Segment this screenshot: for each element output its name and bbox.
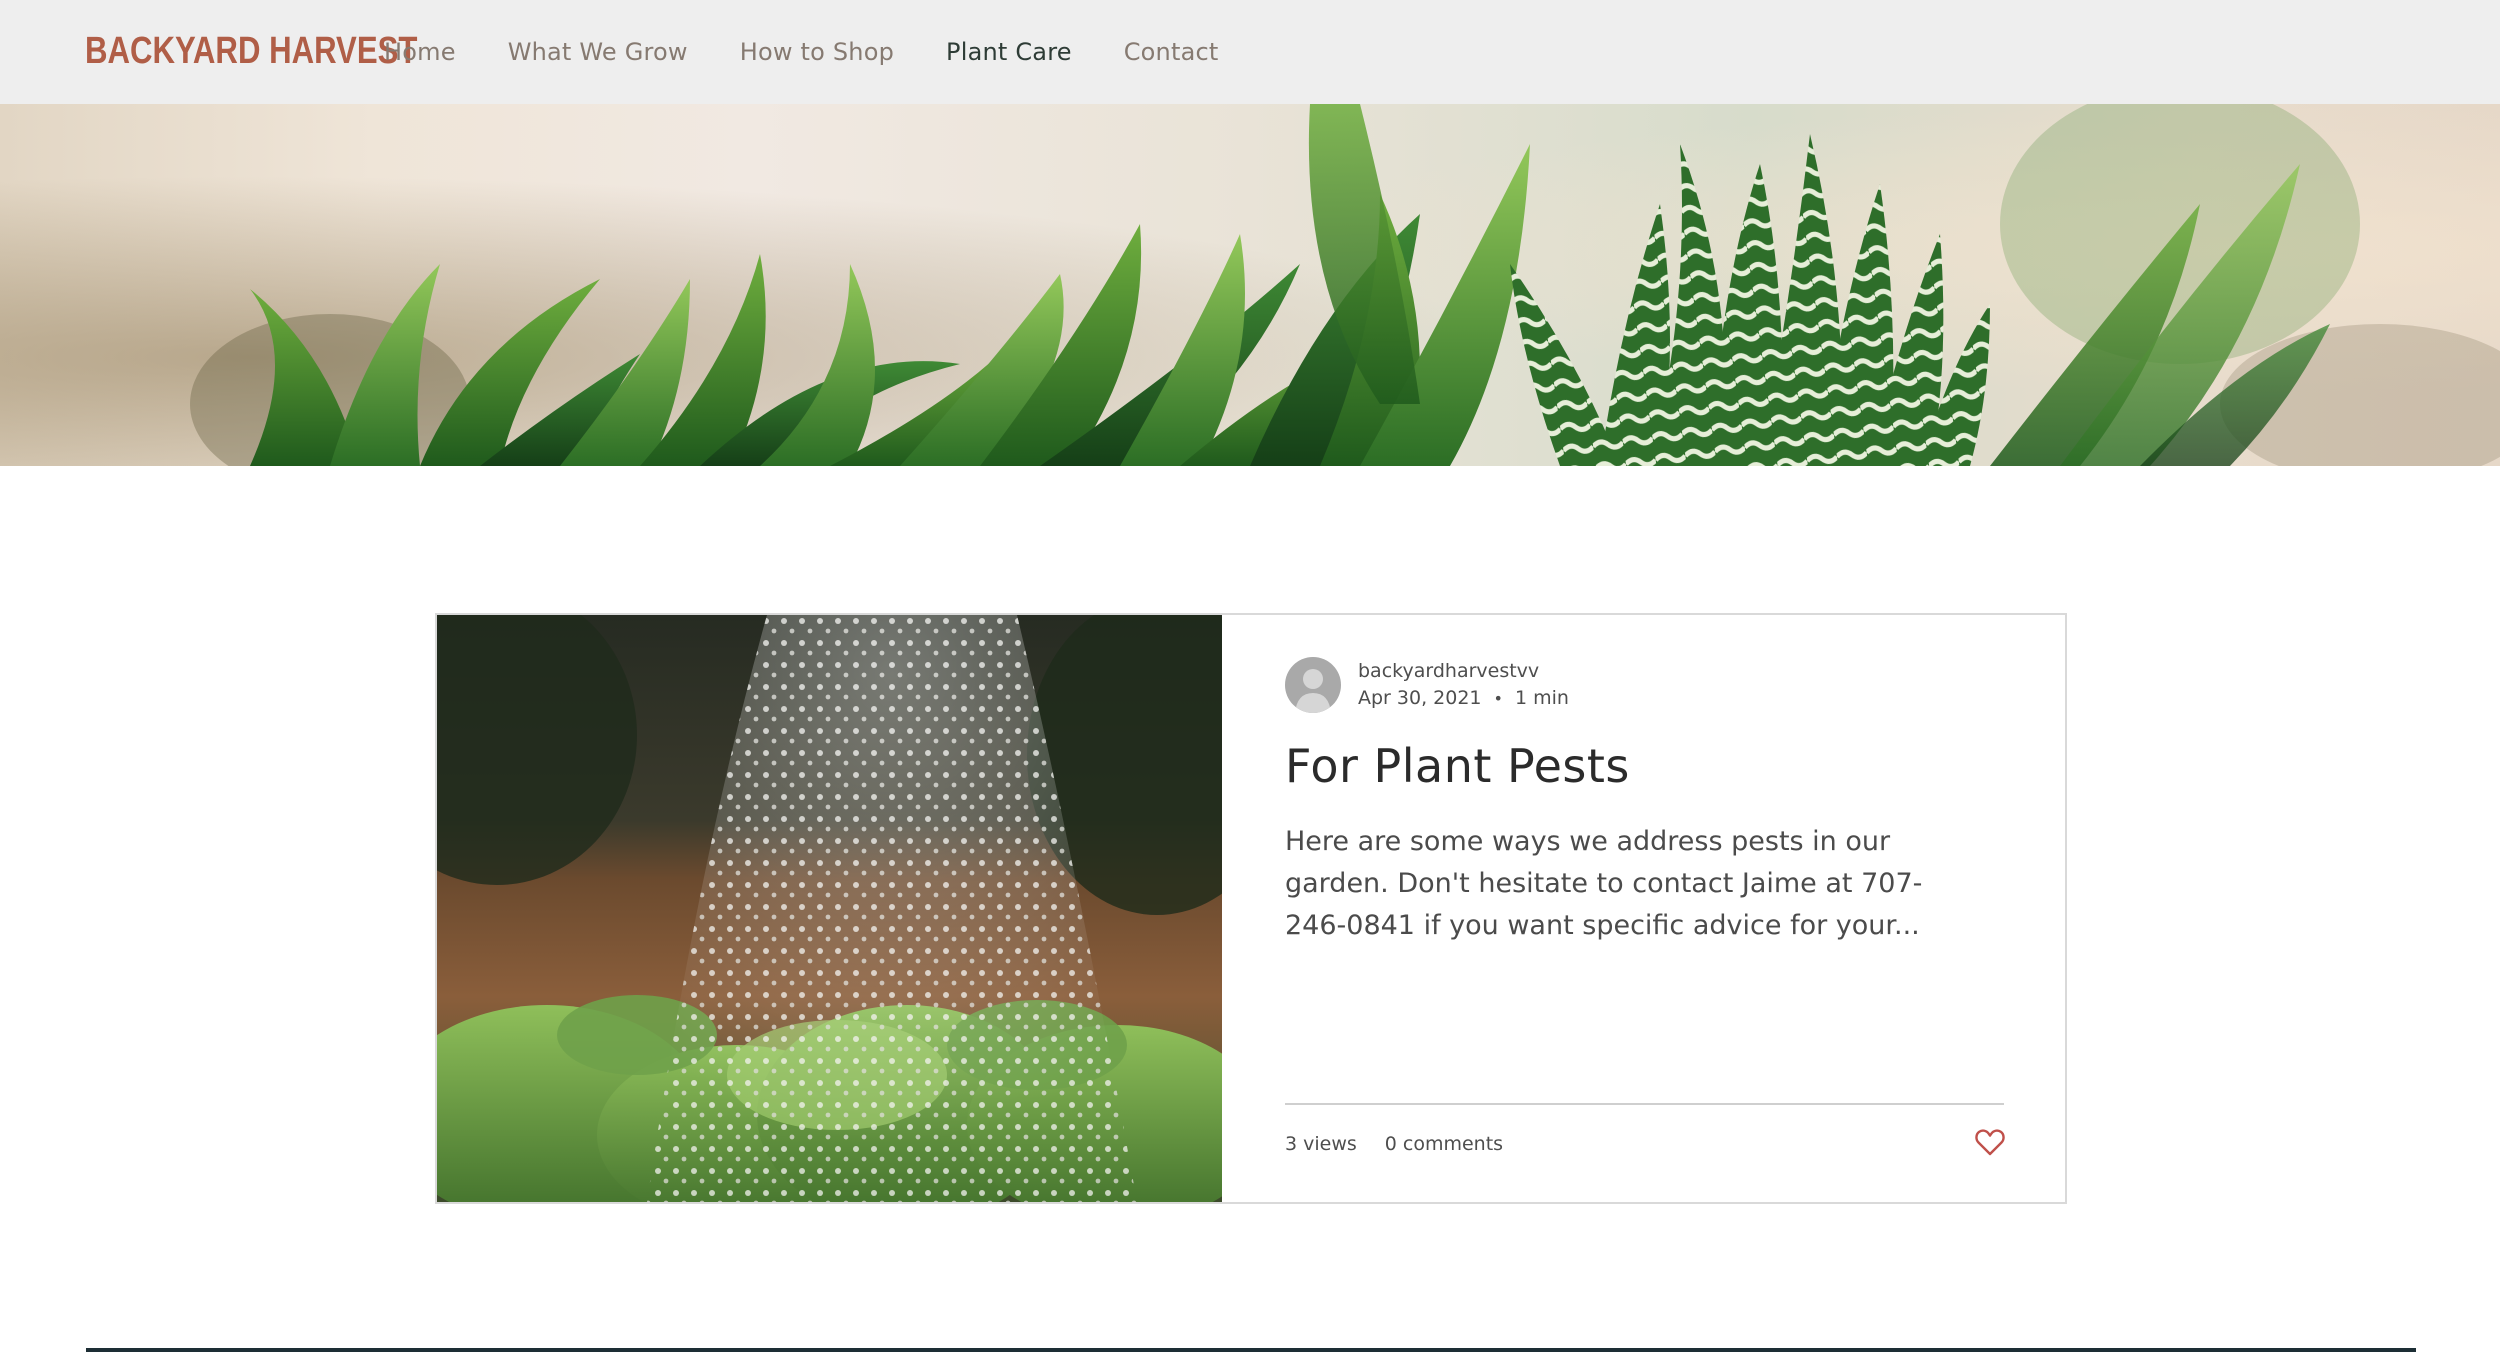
nav-item-plant-care[interactable]: Plant Care	[946, 38, 1072, 66]
user-silhouette-icon	[1295, 669, 1331, 713]
post-date-line: Apr 30, 2021 • 1 min	[1358, 685, 1569, 712]
post-body: backyardharvestvv Apr 30, 2021 • 1 min F…	[1285, 615, 2005, 1202]
nav-item-how-to-shop[interactable]: How to Shop	[740, 38, 894, 66]
nav-item-contact[interactable]: Contact	[1124, 38, 1219, 66]
main-nav: Home What We Grow How to Shop Plant Care…	[384, 0, 1270, 104]
view-count: 3 views	[1285, 1133, 1357, 1155]
post-stats: 3 views 0 comments	[1285, 1133, 1531, 1155]
hero-plants-illustration	[0, 104, 2500, 466]
post-author-row: backyardharvestvv Apr 30, 2021 • 1 min	[1285, 657, 1569, 713]
read-time: 1 min	[1514, 687, 1569, 709]
meta-separator: •	[1493, 689, 1503, 708]
post-meta: backyardharvestvv Apr 30, 2021 • 1 min	[1358, 658, 1569, 712]
hero-banner-image	[0, 104, 2500, 466]
site-logo[interactable]: BACKYARD HARVEST	[85, 30, 417, 73]
post-title[interactable]: For Plant Pests	[1285, 739, 1630, 793]
nav-item-what-we-grow[interactable]: What We Grow	[508, 38, 688, 66]
footer-divider	[86, 1348, 2416, 1352]
avatar[interactable]	[1285, 657, 1341, 713]
post-date: Apr 30, 2021	[1358, 687, 1482, 709]
post-cover-image[interactable]	[437, 615, 1222, 1202]
watering-garden-illustration	[437, 615, 1222, 1202]
post-divider	[1285, 1103, 2004, 1105]
post-excerpt: Here are some ways we address pests in o…	[1285, 826, 1923, 941]
blog-post-card[interactable]: backyardharvestvv Apr 30, 2021 • 1 min F…	[435, 613, 2067, 1204]
site-header: BACKYARD HARVEST Home What We Grow How t…	[0, 0, 2500, 104]
nav-item-home[interactable]: Home	[384, 38, 456, 66]
comment-count[interactable]: 0 comments	[1385, 1133, 1503, 1155]
heart-outline-icon[interactable]	[1974, 1127, 2006, 1157]
author-name[interactable]: backyardharvestvv	[1358, 658, 1569, 685]
